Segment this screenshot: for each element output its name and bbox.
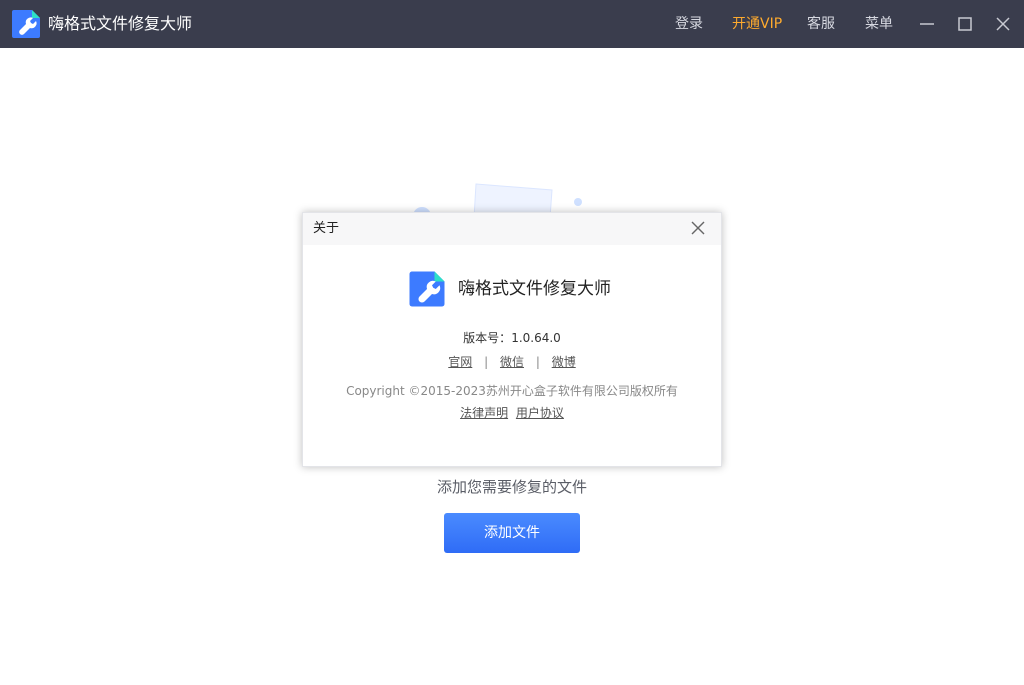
maximize-icon[interactable] (953, 12, 977, 36)
about-dialog: 关于 嗨格式文件修复大师 版本号：1.0.64.0 官网 | 微信 | 微博 C… (302, 212, 722, 467)
app-title: 嗨格式文件修复大师 (48, 14, 193, 33)
copyright-text: Copyright ©2015-2023苏州开心盒子软件有限公司版权所有 (346, 384, 678, 398)
minimize-icon[interactable] (915, 12, 939, 36)
social-links: 官网 | 微信 | 微博 (303, 354, 721, 370)
dialog-header: 关于 (303, 213, 721, 245)
link-separator: | (484, 355, 489, 369)
vip-link[interactable]: 开通VIP (732, 15, 782, 33)
legal-links: 法律声明 用户协议 (303, 405, 721, 421)
close-icon[interactable] (690, 220, 706, 236)
legal-notice-link[interactable]: 法律声明 (460, 406, 508, 420)
version-label: 版本号： (463, 331, 512, 345)
user-agreement-link[interactable]: 用户协议 (516, 406, 564, 420)
dialog-app-name: 嗨格式文件修复大师 (458, 279, 611, 299)
wechat-link[interactable]: 微信 (500, 355, 524, 369)
official-site-link[interactable]: 官网 (448, 355, 472, 369)
link-separator: | (535, 355, 540, 369)
customer-service-link[interactable]: 客服 (807, 15, 835, 33)
dialog-title: 关于 (313, 221, 340, 236)
close-icon[interactable] (991, 12, 1015, 36)
title-bar: 嗨格式文件修复大师 登录 开通VIP 客服 菜单 (0, 0, 1024, 48)
weibo-link[interactable]: 微博 (552, 355, 576, 369)
menu-link[interactable]: 菜单 (865, 15, 893, 33)
login-link[interactable]: 登录 (675, 15, 703, 33)
app-logo-icon (12, 10, 40, 38)
version-info: 版本号：1.0.64.0 (303, 330, 721, 346)
app-logo-icon (409, 271, 445, 307)
add-file-button[interactable]: 添加文件 (444, 513, 580, 553)
add-file-prompt: 添加您需要修复的文件 (436, 478, 587, 496)
version-number: 1.0.64.0 (511, 331, 561, 345)
